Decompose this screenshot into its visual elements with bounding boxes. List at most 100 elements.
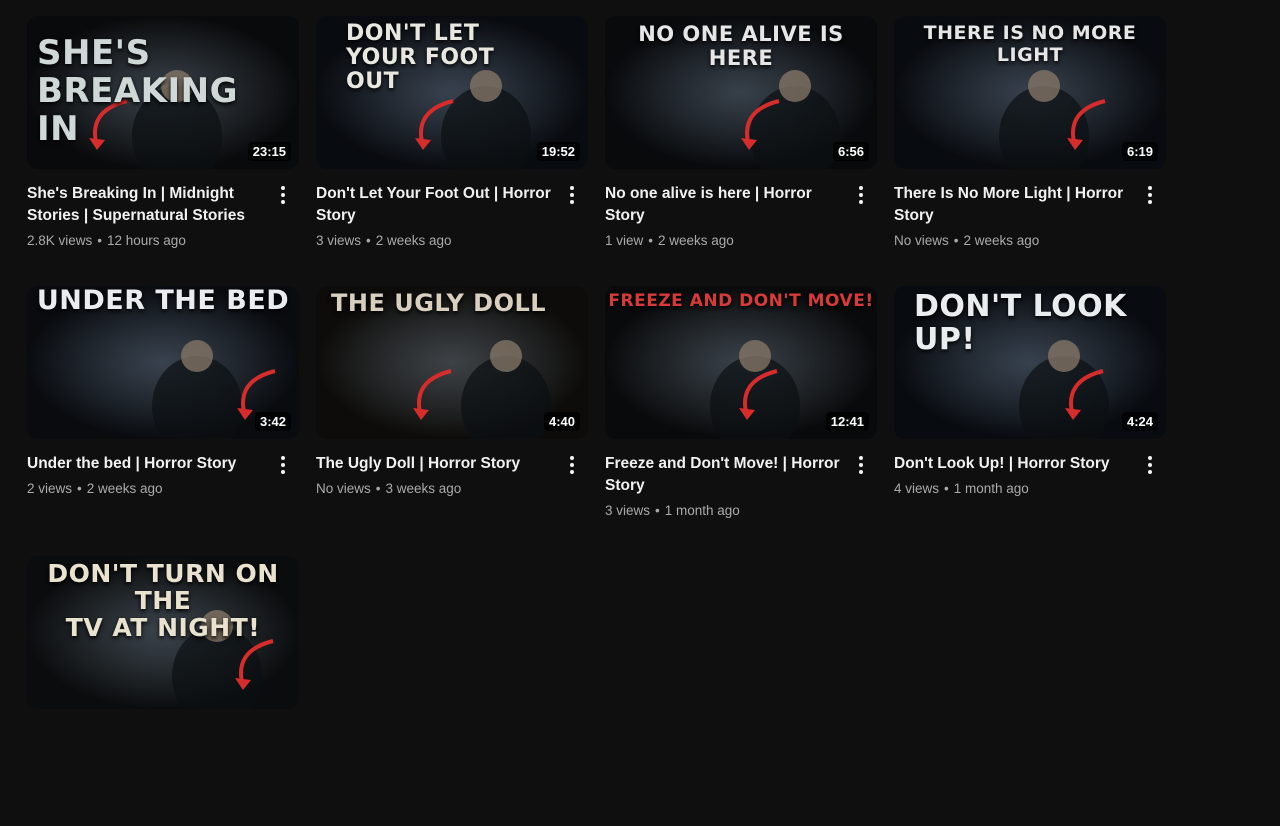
video-title-link[interactable]: Don't Let Your Foot Out | Horror Story	[316, 183, 558, 227]
video-thumbnail[interactable]: DON'T TURN ON THE TV AT NIGHT!	[27, 556, 299, 709]
menu-dot	[570, 470, 574, 474]
video-thumbnail[interactable]: UNDER THE BED 3:42	[27, 286, 299, 439]
video-thumbnail[interactable]: THE UGLY DOLL 4:40	[316, 286, 588, 439]
video-details: There Is No More Light | Horror Story No …	[894, 183, 1166, 250]
menu-dot	[1148, 193, 1152, 197]
more-actions-icon[interactable]	[562, 453, 582, 477]
separator-dot: •	[366, 233, 371, 248]
menu-dot	[1148, 463, 1152, 467]
menu-dot	[1148, 200, 1152, 204]
thumbnail-text: UNDER THE BED	[36, 286, 290, 316]
duration-badge: 3:42	[254, 412, 291, 431]
view-count: No views	[316, 481, 371, 496]
view-count: 2 views	[27, 481, 73, 496]
duration-badge: 4:24	[1121, 412, 1158, 431]
video-details: The Ugly Doll | Horror Story No views • 3 w…	[316, 453, 588, 498]
thumbnail-text: FREEZE AND DON'T MOVE!	[608, 291, 874, 311]
menu-dot	[859, 193, 863, 197]
figure-head	[490, 340, 522, 372]
video-thumbnail[interactable]: FREEZE AND DON'T MOVE! 12:41	[605, 286, 877, 439]
menu-dot	[570, 456, 574, 460]
video-thumbnail[interactable]: DON'T LOOK UP! 4:24	[894, 286, 1166, 439]
view-count: 3 views	[316, 233, 362, 248]
menu-dot	[1148, 456, 1152, 460]
menu-dot	[859, 470, 863, 474]
upload-age: 2 weeks ago	[375, 233, 452, 248]
video-stats: No views • 2 weeks ago	[894, 232, 1136, 250]
duration-badge: 4:40	[543, 412, 580, 431]
video-title-link[interactable]: She's Breaking In | Midnight Stories | S…	[27, 183, 269, 227]
menu-dot	[859, 456, 863, 460]
more-actions-icon[interactable]	[1140, 453, 1160, 477]
more-actions-icon[interactable]	[1140, 183, 1160, 207]
video-grid: SHE'S BREAKING IN 23:15 She's Breaking In …	[27, 16, 1166, 826]
figure-head	[739, 340, 771, 372]
upload-age: 2 weeks ago	[963, 233, 1040, 248]
menu-dot	[570, 193, 574, 197]
video-stats: No views • 3 weeks ago	[316, 480, 558, 498]
video-thumbnail[interactable]: DON'T LET YOUR FOOT OUT 19:52	[316, 16, 588, 169]
video-card[interactable]: THE UGLY DOLL 4:40 The Ugly Doll | Horror …	[316, 286, 588, 556]
separator-dot: •	[655, 503, 660, 518]
video-card[interactable]: THERE IS NO MORE LIGHT 6:19 There Is No Mo…	[894, 16, 1166, 286]
video-card[interactable]: UNDER THE BED 3:42 Under the bed | Horror …	[27, 286, 299, 556]
menu-dot	[1148, 186, 1152, 190]
video-thumbnail[interactable]: SHE'S BREAKING IN 23:15	[27, 16, 299, 169]
duration-badge: 6:56	[832, 142, 869, 161]
thumbnail-text: DON'T TURN ON THE TV AT NIGHT!	[47, 559, 279, 642]
separator-dot: •	[97, 233, 103, 248]
thumbnail-text: DON'T LET YOUR FOOT OUT	[346, 21, 495, 94]
video-stats: 4 views • 1 month ago	[894, 480, 1136, 498]
video-card[interactable]: FREEZE AND DON'T MOVE! 12:41 Freeze and Do…	[605, 286, 877, 556]
video-stats: 2 views • 2 weeks ago	[27, 480, 269, 498]
view-count: 1 view	[605, 233, 644, 248]
video-details: Freeze and Don't Move! | Horror Story 3 v…	[605, 453, 877, 520]
more-actions-icon[interactable]	[273, 453, 293, 477]
figure-head	[779, 70, 811, 102]
video-details: Don't Let Your Foot Out | Horror Story 3 …	[316, 183, 588, 250]
video-details: She's Breaking In | Midnight Stories | S…	[27, 183, 299, 250]
view-count: No views	[894, 233, 949, 248]
separator-dot: •	[375, 481, 381, 496]
menu-dot	[570, 186, 574, 190]
more-actions-icon[interactable]	[273, 183, 293, 207]
menu-dot	[859, 463, 863, 467]
upload-age: 2 weeks ago	[658, 233, 734, 248]
video-title-link[interactable]: No one alive is here | Horror Story	[605, 183, 847, 227]
video-thumbnail[interactable]: THERE IS NO MORE LIGHT 6:19	[894, 16, 1166, 169]
video-details: Under the bed | Horror Story 2 views • 2 we…	[27, 453, 299, 498]
thumbnail-text: THERE IS NO MORE LIGHT	[923, 22, 1137, 66]
video-title-link[interactable]: Under the bed | Horror Story	[27, 453, 269, 475]
more-actions-icon[interactable]	[562, 183, 582, 207]
separator-dot: •	[77, 481, 82, 496]
video-card[interactable]: DON'T LET YOUR FOOT OUT 19:52 Don't Let Yo…	[316, 16, 588, 286]
video-card[interactable]: DON'T TURN ON THE TV AT NIGHT!	[27, 556, 299, 826]
video-title-link[interactable]: Don't Look Up! | Horror Story	[894, 453, 1136, 475]
view-count: 2.8K views	[27, 233, 93, 248]
video-title-link[interactable]: Freeze and Don't Move! | Horror Story	[605, 453, 847, 497]
video-title-link[interactable]: The Ugly Doll | Horror Story	[316, 453, 558, 475]
more-actions-icon[interactable]	[851, 453, 871, 477]
video-details: Don't Look Up! | Horror Story 4 views • 1 m…	[894, 453, 1166, 498]
duration-badge: 23:15	[247, 142, 291, 161]
menu-dot	[570, 200, 574, 204]
separator-dot: •	[648, 233, 653, 248]
video-title-link[interactable]: There Is No More Light | Horror Story	[894, 183, 1136, 227]
more-actions-icon[interactable]	[851, 183, 871, 207]
video-card[interactable]: DON'T LOOK UP! 4:24 Don't Look Up! | Horro…	[894, 286, 1166, 556]
thumbnail-text: THE UGLY DOLL	[331, 289, 547, 317]
upload-age: 12 hours ago	[107, 233, 186, 248]
menu-dot	[281, 200, 285, 204]
figure-head	[1028, 70, 1060, 102]
separator-dot: •	[953, 233, 959, 248]
thumbnail-text: DON'T LOOK UP!	[914, 289, 1127, 357]
upload-age: 1 month ago	[953, 481, 1029, 496]
video-stats: 3 views • 1 month ago	[605, 502, 847, 520]
video-card[interactable]: NO ONE ALIVE IS HERE 6:56 No one alive is …	[605, 16, 877, 286]
menu-dot	[1148, 470, 1152, 474]
video-stats: 2.8K views • 12 hours ago	[27, 232, 269, 250]
menu-dot	[281, 186, 285, 190]
menu-dot	[281, 193, 285, 197]
video-card[interactable]: SHE'S BREAKING IN 23:15 She's Breaking In …	[27, 16, 299, 286]
video-thumbnail[interactable]: NO ONE ALIVE IS HERE 6:56	[605, 16, 877, 169]
